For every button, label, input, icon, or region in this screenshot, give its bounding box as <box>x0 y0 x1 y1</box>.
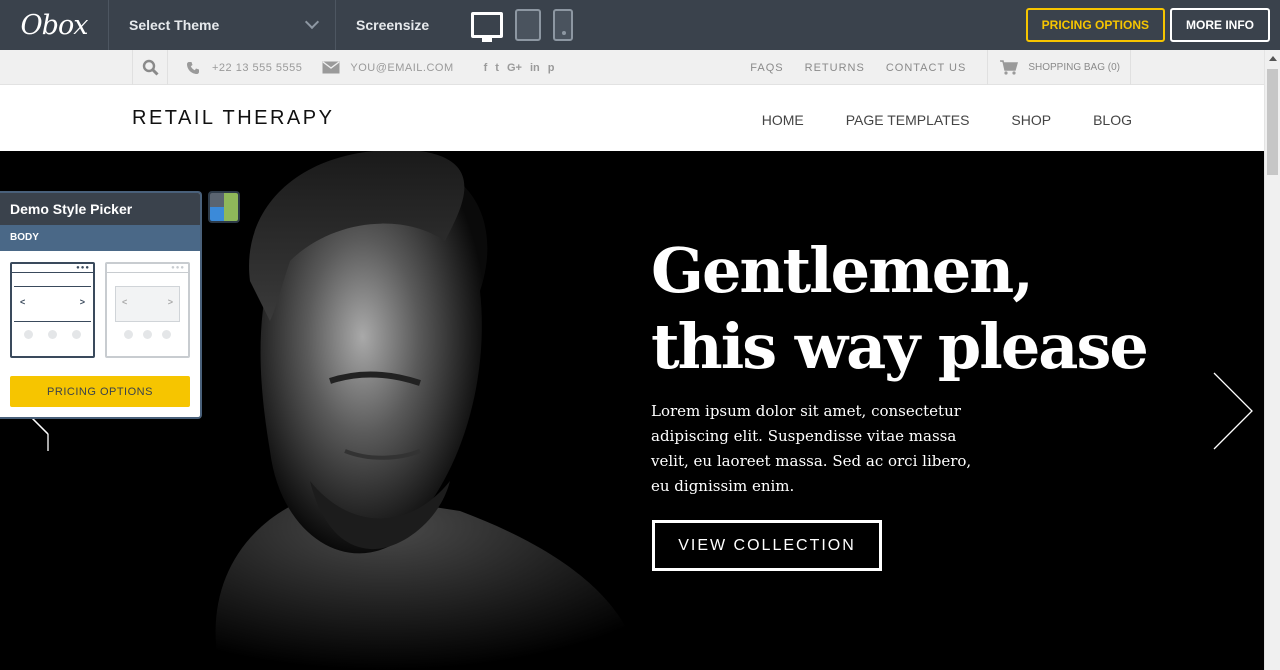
style-picker-toggle-icon[interactable] <box>208 191 240 223</box>
layout-slider-panel: < > <box>14 286 91 322</box>
tablet-icon[interactable] <box>515 9 542 41</box>
picker-title: Demo Style Picker <box>0 193 200 225</box>
faqs-link[interactable]: FAQS <box>750 62 783 74</box>
hero-text: Lorem ipsum dolor sit amet, consectetur … <box>651 402 972 495</box>
desktop-icon[interactable] <box>471 12 504 42</box>
theme-select-label: Select Theme <box>129 17 220 33</box>
layout-slider-panel: < > <box>115 286 180 322</box>
phone-contact: +22 13 555 5555 <box>186 61 302 75</box>
info-links: FAQS RETURNS CONTACT US SHOPPING BAG (0) <box>729 50 1131 85</box>
nav-blog[interactable]: BLOG <box>1093 112 1132 128</box>
returns-link[interactable]: RETURNS <box>805 62 865 74</box>
demo-style-picker: Demo Style Picker BODY ●●● < > ●●● < > P… <box>0 191 202 419</box>
more-info-button[interactable]: MORE INFO <box>1170 8 1270 42</box>
layout-next-icon: > <box>167 297 173 307</box>
info-bar: +22 13 555 5555 YOU@EMAIL.COM f t G+ in … <box>0 50 1264 85</box>
hero-portrait-image <box>215 151 640 670</box>
google-plus-icon[interactable]: G+ <box>507 62 522 74</box>
info-bar-inner: +22 13 555 5555 YOU@EMAIL.COM f t G+ in … <box>132 50 1131 85</box>
chevron-down-icon <box>304 14 320 30</box>
phone-number: +22 13 555 5555 <box>212 61 303 74</box>
linkedin-icon[interactable]: in <box>530 62 540 74</box>
twitter-icon[interactable]: t <box>495 62 499 74</box>
shopping-bag-link[interactable]: SHOPPING BAG (0) <box>987 50 1131 85</box>
layout-next-icon: > <box>79 297 85 307</box>
demo-bar: Obox Select Theme Screensize PRICING OPT… <box>0 0 1280 50</box>
layout-dots: ●●● <box>76 265 90 271</box>
layout-circles <box>12 330 93 339</box>
envelope-icon <box>322 61 340 74</box>
obox-logo[interactable]: Obox <box>0 0 109 50</box>
page-scrollbar[interactable] <box>1264 50 1280 670</box>
nav-page-templates[interactable]: PAGE TEMPLATES <box>846 112 970 128</box>
scroll-up-icon[interactable] <box>1269 56 1277 61</box>
search-icon <box>142 59 159 76</box>
site-header: RETAIL THERAPY HOME PAGE TEMPLATES SHOP … <box>0 85 1264 151</box>
wide-layout-option[interactable]: ●●● < > <box>105 262 190 358</box>
cart-icon <box>1000 60 1019 75</box>
social-links: f t G+ in p <box>484 62 555 74</box>
layout-circles <box>115 330 180 339</box>
main-nav: HOME PAGE TEMPLATES SHOP BLOG <box>720 112 1132 128</box>
shopping-bag-label: SHOPPING BAG (0) <box>1028 62 1120 73</box>
screensize-label: Screensize <box>356 17 430 33</box>
pricing-options-button[interactable]: PRICING OPTIONS <box>1025 8 1165 42</box>
pinterest-icon[interactable]: p <box>548 62 555 74</box>
email-contact[interactable]: YOU@EMAIL.COM <box>322 61 453 74</box>
picker-pricing-options-button[interactable]: PRICING OPTIONS <box>10 376 190 407</box>
layout-dots: ●●● <box>171 265 185 271</box>
phone-icon <box>187 61 199 74</box>
search-button[interactable] <box>132 50 168 85</box>
layout-prev-icon: < <box>122 297 128 307</box>
layout-options: ●●● < > ●●● < > <box>0 251 200 358</box>
picker-section-label: BODY <box>0 225 200 251</box>
slider-next-arrow-icon[interactable] <box>1202 371 1254 451</box>
hero-title: Gentlemen, this way please <box>651 234 1149 383</box>
layout-prev-icon: < <box>20 297 26 307</box>
theme-select-dropdown[interactable]: Select Theme <box>109 0 336 50</box>
nav-shop[interactable]: SHOP <box>1011 112 1051 128</box>
screensize-switcher: Screensize <box>336 0 585 50</box>
logo-text: Obox <box>20 9 89 41</box>
view-collection-button[interactable]: VIEW COLLECTION <box>652 520 882 571</box>
facebook-icon[interactable]: f <box>484 62 488 74</box>
boxed-layout-option[interactable]: ●●● < > <box>10 262 95 358</box>
email-address: YOU@EMAIL.COM <box>350 61 454 74</box>
phone-icon[interactable] <box>553 9 574 41</box>
nav-home[interactable]: HOME <box>762 112 804 128</box>
demo-bar-actions: PRICING OPTIONS MORE INFO <box>1025 8 1280 42</box>
contact-us-link[interactable]: CONTACT US <box>886 62 967 74</box>
site-title[interactable]: RETAIL THERAPY <box>132 107 334 130</box>
scroll-thumb[interactable] <box>1267 69 1278 175</box>
